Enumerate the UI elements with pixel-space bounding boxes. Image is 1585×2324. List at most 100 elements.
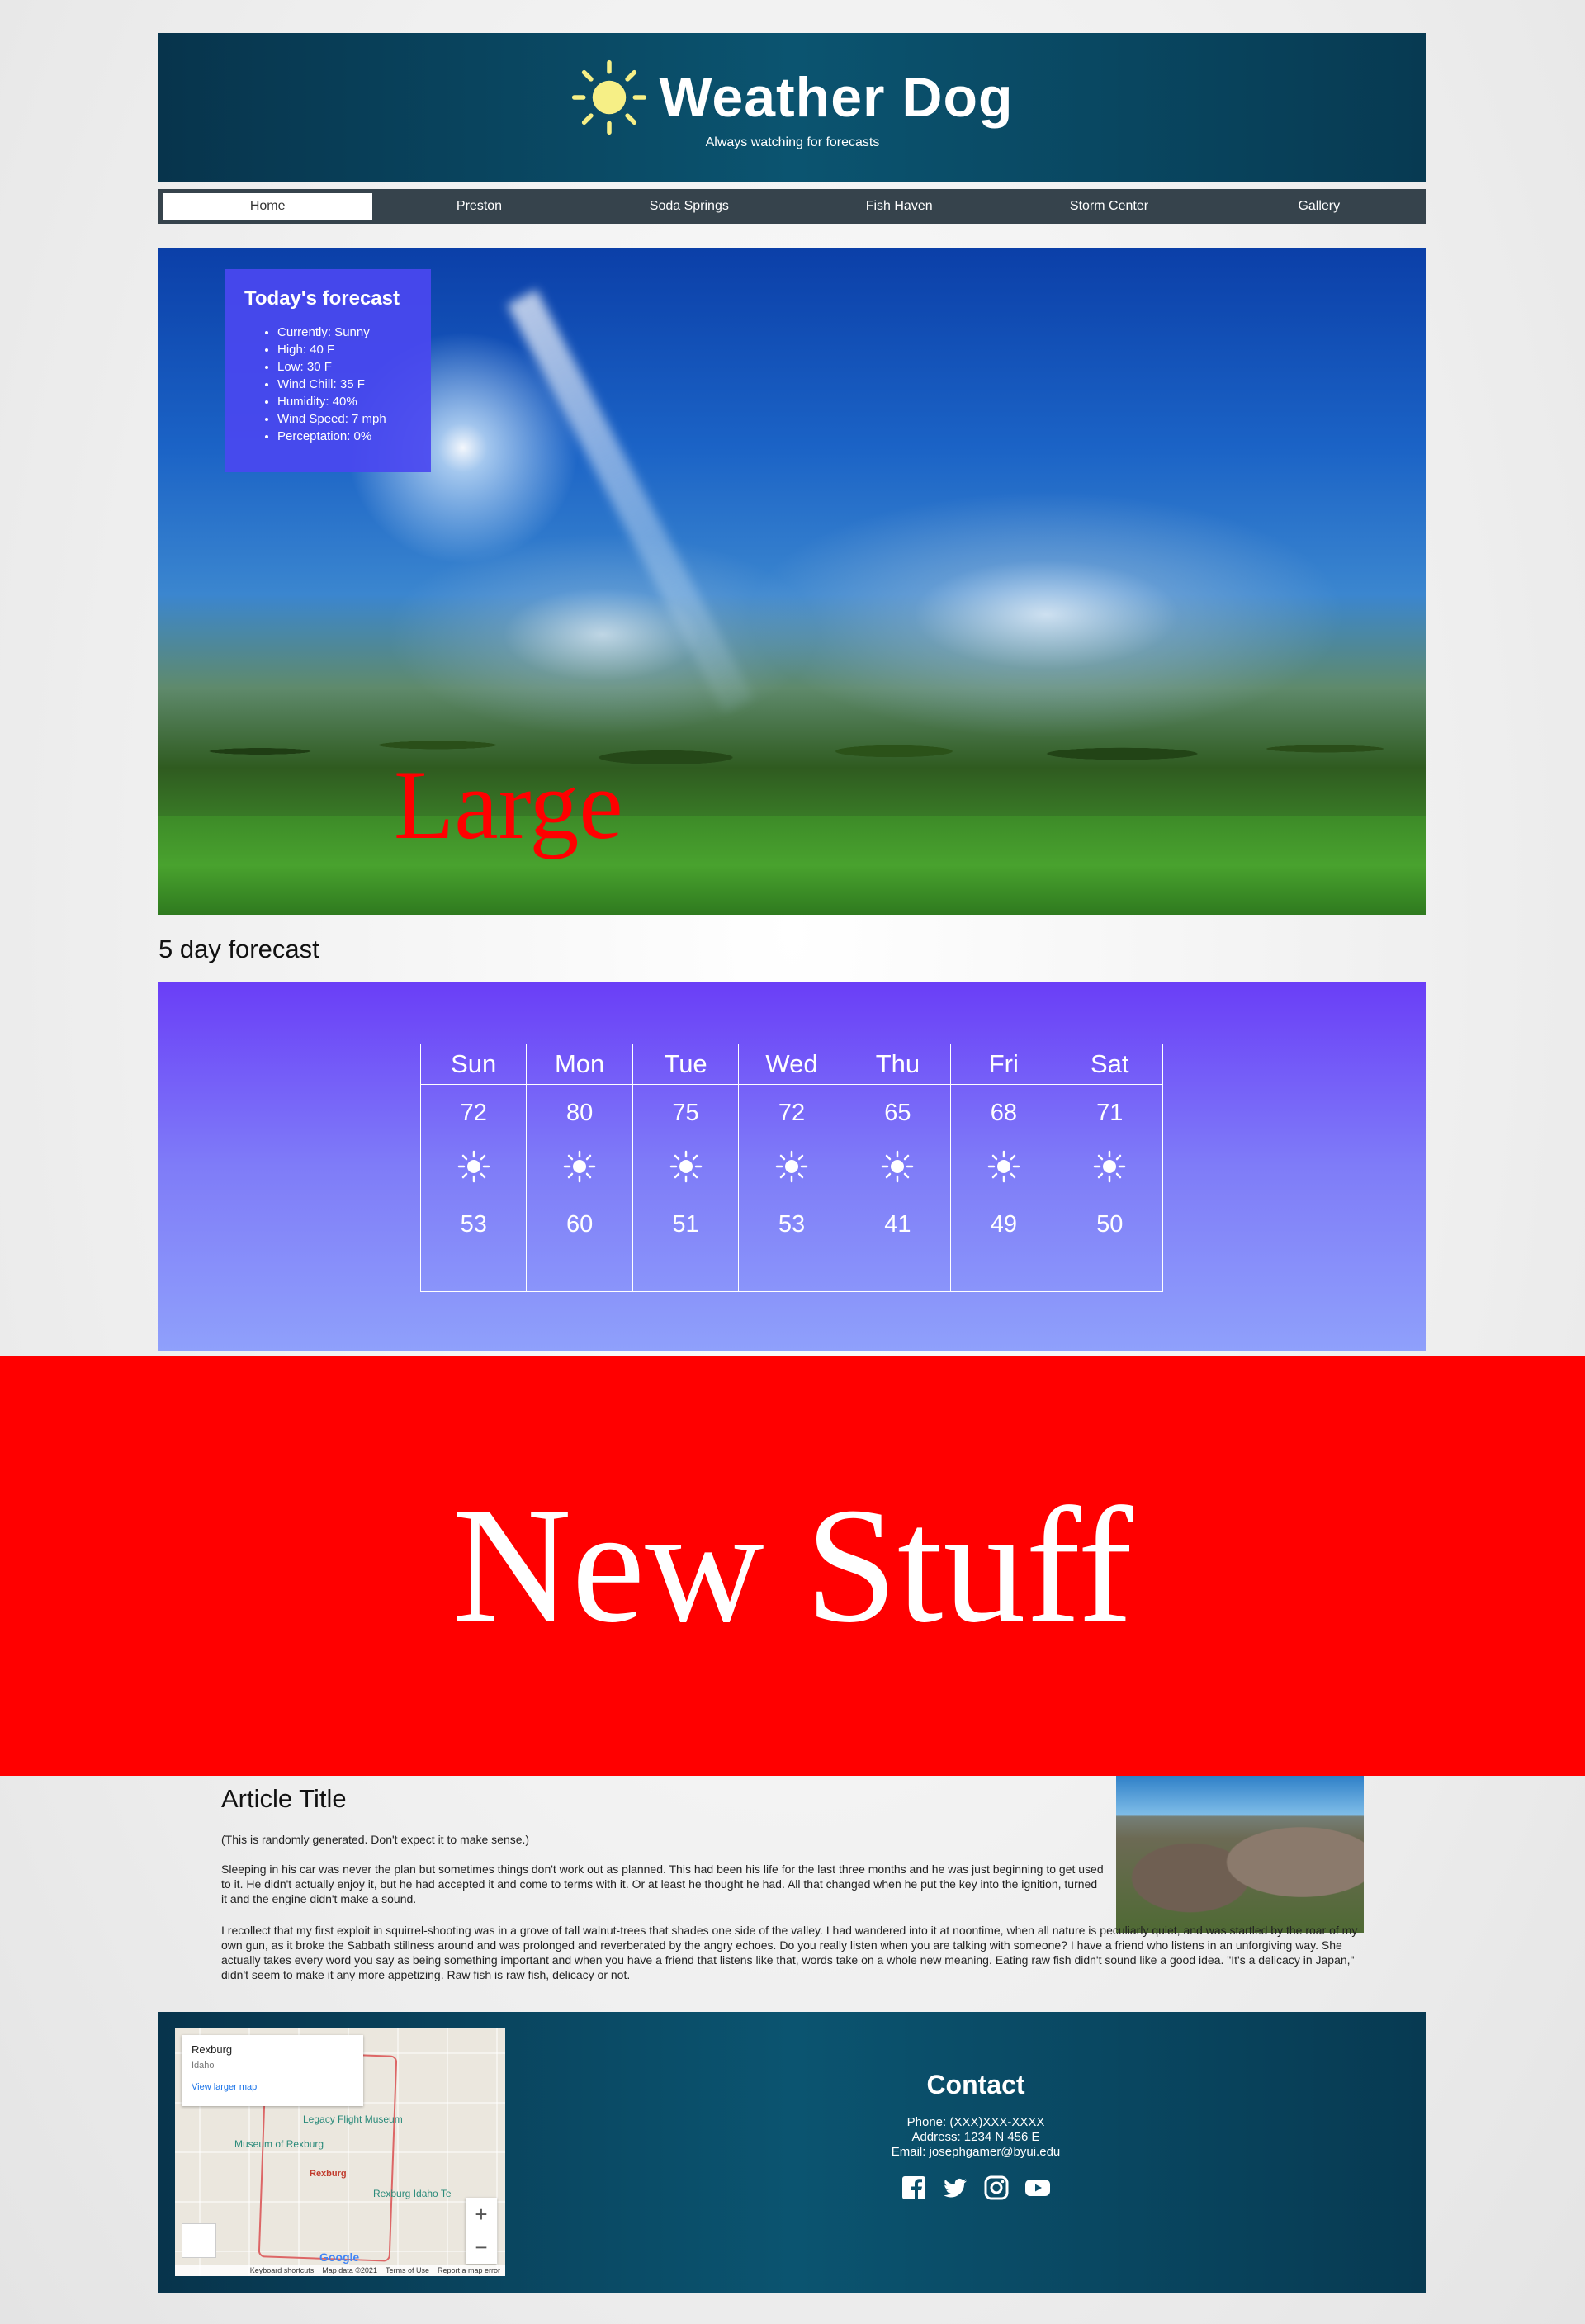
map-label[interactable]: Rexburg Idaho Te [373, 2188, 452, 2199]
high-temp: 68 [990, 1100, 1017, 1126]
forecast-day-content: 68 49 [951, 1085, 1056, 1238]
low-temp: 41 [884, 1211, 911, 1238]
brand: Weather Dog [158, 59, 1426, 135]
high-temp: 71 [1096, 1100, 1124, 1126]
nav-item-storm-center[interactable]: Storm Center [1004, 192, 1214, 221]
new-stuff-banner: New Stuff [0, 1356, 1585, 1776]
forecast-day-content: 72 53 [421, 1085, 526, 1238]
keyboard-shortcuts-link[interactable]: Keyboard shortcuts [250, 2266, 315, 2274]
article-photo [1116, 1776, 1364, 1933]
sun-icon [669, 1150, 703, 1183]
report-error-link[interactable]: Report a map error [438, 2266, 500, 2274]
map-info-card: Rexburg Idaho View larger map [182, 2035, 363, 2106]
street-view-button[interactable] [182, 2223, 216, 2258]
forecast-item: Perceptation: 0% [277, 428, 411, 445]
sun-icon [563, 1150, 596, 1183]
low-temp: 51 [672, 1211, 699, 1238]
high-temp: 72 [460, 1100, 487, 1126]
embedded-map[interactable]: Rexburg Idaho View larger map Legacy Fli… [175, 2028, 505, 2276]
map-region: Idaho [192, 2061, 215, 2071]
sun-logo-icon [572, 59, 647, 135]
map-place-name: Rexburg [192, 2043, 233, 2056]
high-temp: 75 [672, 1100, 699, 1126]
nav-item-preston[interactable]: Preston [374, 192, 584, 221]
map-label: Rexburg [310, 2169, 347, 2179]
low-temp: 53 [778, 1211, 806, 1238]
sun-icon [1093, 1150, 1126, 1183]
forecast-item: Low: 30 F [277, 358, 411, 376]
forecast-day-content: 75 51 [633, 1085, 738, 1238]
todays-forecast-list: Currently: Sunny High: 40 F Low: 30 F Wi… [244, 324, 411, 445]
site-footer: Rexburg Idaho View larger map Legacy Fli… [158, 2012, 1426, 2293]
day-header: Sun [419, 1044, 528, 1085]
high-temp: 65 [884, 1100, 911, 1126]
nav-item-soda-springs[interactable]: Soda Springs [584, 192, 794, 221]
todays-forecast-card: Today's forecast Currently: Sunny High: … [225, 269, 431, 472]
site-title: Weather Dog [659, 66, 1014, 129]
google-logo: Google [319, 2251, 360, 2264]
map-label[interactable]: Legacy Flight Museum [303, 2113, 403, 2125]
day-header: Mon [526, 1044, 633, 1085]
zoom-in-button[interactable]: + [475, 2202, 487, 2227]
forecast-day-cell: 72 53 [419, 1084, 528, 1292]
article-paragraph: Sleeping in his car was never the plan b… [221, 1863, 1104, 1905]
site-header: Weather Dog Always watching for forecast… [158, 33, 1426, 182]
low-temp: 49 [990, 1211, 1017, 1238]
day-header: Sat [1056, 1044, 1164, 1085]
grass-field [158, 816, 1426, 915]
zoom-out-button[interactable]: − [475, 2235, 487, 2260]
forecast-day-cell: 68 49 [950, 1084, 1057, 1292]
forecast-item: Currently: Sunny [277, 324, 411, 341]
forecast-day-cell: 75 51 [632, 1084, 740, 1292]
main-nav: Home Preston Soda Springs Fish Haven Sto… [158, 189, 1426, 224]
day-header: Wed [738, 1044, 845, 1085]
map-data-text: Map data ©2021 [322, 2266, 377, 2274]
forecast-day-content: 80 60 [527, 1085, 632, 1238]
contact-phone: Phone: (XXX)XXX-XXXX [906, 2115, 1045, 2129]
sun-flare [507, 289, 754, 713]
forecast-day-content: 65 41 [845, 1085, 950, 1238]
facebook-icon[interactable] [901, 2175, 927, 2201]
forecast-day-cell: 80 60 [526, 1084, 633, 1292]
map-zoom-control: + − [466, 2198, 497, 2264]
view-larger-map-link[interactable]: View larger map [192, 2082, 353, 2092]
nav-item-fish-haven[interactable]: Fish Haven [794, 192, 1004, 221]
forecast-item: Humidity: 40% [277, 393, 411, 410]
map-attribution: Keyboard shortcuts Map data ©2021 Terms … [175, 2265, 505, 2276]
five-day-heading: 5 day forecast [158, 935, 319, 963]
youtube-icon[interactable] [1024, 2175, 1051, 2201]
social-links [769, 2175, 1182, 2201]
large-overlay-text: Large [394, 750, 623, 859]
forecast-header-row: Sun Mon Tue Wed Thu Fri Sat [419, 1044, 1164, 1085]
hero-image: Today's forecast Currently: Sunny High: … [158, 248, 1426, 915]
contact-email: Email: josephgamer@byui.edu [891, 2145, 1061, 2159]
day-header: Thu [844, 1044, 952, 1085]
forecast-table: Sun Mon Tue Wed Thu Fri Sat 72 53 80 60 75 51… [419, 1044, 1164, 1292]
map-label[interactable]: Museum of Rexburg [234, 2138, 324, 2150]
low-temp: 53 [460, 1211, 487, 1238]
nav-item-gallery[interactable]: Gallery [1214, 192, 1424, 221]
article-title: Article Title [221, 1784, 347, 1813]
sun-icon [775, 1150, 808, 1183]
forecast-day-content: 71 50 [1057, 1085, 1162, 1238]
forecast-values-row: 72 53 80 60 75 51 72 53 65 41 68 49 71 50 [419, 1084, 1164, 1292]
todays-forecast-title: Today's forecast [244, 287, 400, 310]
contact-section: Contact Phone: (XXX)XXX-XXXX Address: 12… [769, 2070, 1182, 2201]
day-header: Fri [950, 1044, 1057, 1085]
site-tagline: Always watching for forecasts [705, 135, 880, 149]
day-header: Tue [632, 1044, 740, 1085]
contact-address: Address: 1234 N 456 E [911, 2130, 1040, 2144]
forecast-item: Wind Chill: 35 F [277, 376, 411, 393]
article-paragraph: I recollect that my first exploit in squ… [221, 1924, 1358, 1981]
nav-item-home[interactable]: Home [161, 192, 375, 221]
twitter-icon[interactable] [942, 2175, 968, 2201]
tree-line [158, 677, 1426, 801]
low-temp: 60 [566, 1211, 594, 1238]
instagram-icon[interactable] [983, 2175, 1010, 2201]
five-day-section: Sun Mon Tue Wed Thu Fri Sat 72 53 80 60 75 51… [158, 982, 1426, 1351]
forecast-day-content: 72 53 [739, 1085, 844, 1238]
forecast-item: Wind Speed: 7 mph [277, 410, 411, 428]
terms-link[interactable]: Terms of Use [386, 2266, 429, 2274]
contact-title: Contact [926, 2070, 1025, 2099]
high-temp: 72 [778, 1100, 806, 1126]
